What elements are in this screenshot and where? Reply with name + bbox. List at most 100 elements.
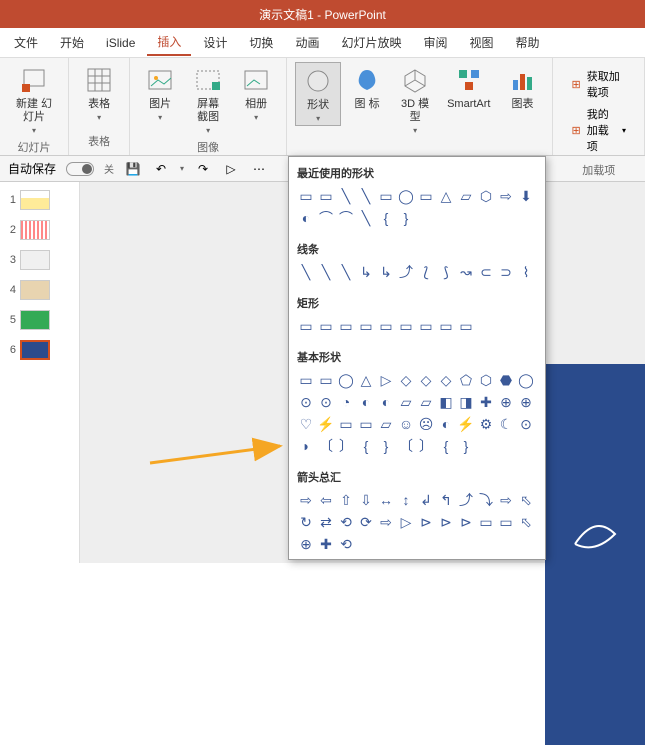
menu-文件[interactable]: 文件 xyxy=(4,30,48,55)
undo-icon[interactable]: ↶ xyxy=(152,160,170,178)
shape-option[interactable]: ▭ xyxy=(357,317,375,335)
shape-option[interactable]: ▭ xyxy=(417,317,435,335)
shape-option[interactable]: ↰ xyxy=(437,491,455,509)
menu-幻灯片放映[interactable]: 幻灯片放映 xyxy=(331,30,411,55)
slide-thumb-4[interactable]: 4 xyxy=(4,280,75,300)
menu-开始[interactable]: 开始 xyxy=(50,30,94,55)
shape-option[interactable]: { xyxy=(377,209,395,227)
shape-option[interactable]: ⬁ xyxy=(517,491,535,509)
icons-button[interactable]: 图 标 xyxy=(345,62,389,113)
shape-option[interactable]: ▭ xyxy=(377,187,395,205)
shape-option[interactable]: ◐ xyxy=(437,415,455,433)
redo-icon[interactable]: ↷ xyxy=(194,160,212,178)
shape-option[interactable]: ⚡ xyxy=(457,415,475,433)
shape-option[interactable]: ⇧ xyxy=(337,491,355,509)
shape-option[interactable]: 〔 xyxy=(397,437,415,455)
shape-option[interactable]: ╲ xyxy=(337,263,355,281)
shape-option[interactable]: ↲ xyxy=(417,491,435,509)
shape-option[interactable]: ▭ xyxy=(477,513,495,531)
shape-option[interactable]: 〔 xyxy=(317,437,335,455)
menu-视图[interactable]: 视图 xyxy=(459,30,503,55)
shape-option[interactable]: ◐ xyxy=(377,393,395,411)
shape-option[interactable]: ⤴ xyxy=(457,491,475,509)
shape-option[interactable]: ↳ xyxy=(357,263,375,281)
shape-option[interactable]: ◇ xyxy=(437,371,455,389)
shape-option[interactable]: ╲ xyxy=(297,263,315,281)
shape-option[interactable]: ◯ xyxy=(517,371,535,389)
shape-option[interactable]: ▱ xyxy=(457,187,475,205)
smartart-button[interactable]: SmartArt xyxy=(441,62,496,113)
shape-option[interactable]: ▭ xyxy=(297,317,315,335)
shape-option[interactable]: ▭ xyxy=(337,317,355,335)
shape-option[interactable]: ◨ xyxy=(457,393,475,411)
shape-option[interactable]: ⟲ xyxy=(337,513,355,531)
3d-button[interactable]: 3D 模型▾ xyxy=(393,62,437,137)
chart-button[interactable]: 图表 xyxy=(500,62,544,113)
shape-option[interactable]: ▭ xyxy=(357,415,375,433)
slide-thumb-5[interactable]: 5 xyxy=(4,310,75,330)
shape-option[interactable]: ✚ xyxy=(317,535,335,553)
shape-option[interactable]: △ xyxy=(437,187,455,205)
slide-thumb-3[interactable]: 3 xyxy=(4,250,75,270)
shape-option[interactable]: ⬡ xyxy=(477,187,495,205)
shape-option[interactable]: ⇩ xyxy=(357,491,375,509)
album-button[interactable]: 相册▾ xyxy=(234,62,278,124)
shape-option[interactable]: ▷ xyxy=(377,371,395,389)
more-icon[interactable]: ⋯ xyxy=(250,160,268,178)
menu-插入[interactable]: 插入 xyxy=(147,29,191,56)
shape-option[interactable]: ◇ xyxy=(397,371,415,389)
shape-option[interactable]: 〕 xyxy=(337,437,355,455)
table-button[interactable]: 表格▾ xyxy=(77,62,121,124)
shape-option[interactable]: ▭ xyxy=(297,371,315,389)
shape-option[interactable]: 〕 xyxy=(417,437,435,455)
shape-option[interactable]: ▭ xyxy=(457,317,475,335)
shape-option[interactable]: ☹ xyxy=(417,415,435,433)
shape-option[interactable]: ⊕ xyxy=(517,393,535,411)
shape-option[interactable]: ▭ xyxy=(417,187,435,205)
shapes-button[interactable]: 形状▾ xyxy=(295,62,341,126)
shape-option[interactable]: ⊙ xyxy=(517,415,535,433)
my-addins[interactable]: ⊞我的加载项 ▾ xyxy=(571,106,626,154)
shape-option[interactable]: ▭ xyxy=(337,415,355,433)
slide-thumb-6[interactable]: 6 xyxy=(4,340,75,360)
shape-option[interactable]: ⬡ xyxy=(477,371,495,389)
slide-thumb-1[interactable]: 1 xyxy=(4,190,75,210)
shape-option[interactable]: ☺ xyxy=(397,415,415,433)
shape-option[interactable]: ⇄ xyxy=(317,513,335,531)
get-addins[interactable]: ⊞获取加载项 xyxy=(571,68,626,100)
menu-iSlide[interactable]: iSlide xyxy=(96,32,145,54)
start-icon[interactable]: ▷ xyxy=(222,160,240,178)
shape-option[interactable]: ↝ xyxy=(457,263,475,281)
shape-option[interactable]: ↳ xyxy=(377,263,395,281)
shape-option[interactable]: ⟳ xyxy=(357,513,375,531)
shape-option[interactable]: ◐ xyxy=(297,209,315,227)
shape-option[interactable]: ⊳ xyxy=(437,513,455,531)
shape-option[interactable]: ⬠ xyxy=(457,371,475,389)
shape-option[interactable]: ☾ xyxy=(497,415,515,433)
shape-option[interactable]: ▭ xyxy=(317,317,335,335)
shape-option[interactable]: ╲ xyxy=(337,187,355,205)
shape-option[interactable]: ✚ xyxy=(477,393,495,411)
shape-option[interactable]: ▷ xyxy=(397,513,415,531)
shape-option[interactable]: ⊕ xyxy=(297,535,315,553)
shape-option[interactable]: ⌒ xyxy=(317,209,335,227)
shape-option[interactable]: ⌇ xyxy=(517,263,535,281)
shape-option[interactable]: ⬣ xyxy=(497,371,515,389)
shape-option[interactable]: ⊳ xyxy=(457,513,475,531)
shapes-dropdown-menu[interactable]: 最近使用的形状▭▭╲╲▭◯▭△▱⬡⇨⬇◐⌒⌒╲{}线条╲╲╲↳↳⤴⟅⟆↝⊂⊃⌇矩… xyxy=(288,156,546,560)
shape-option[interactable]: ⊃ xyxy=(497,263,515,281)
shape-option[interactable]: ▭ xyxy=(377,317,395,335)
shape-option[interactable]: ╲ xyxy=(317,263,335,281)
shape-option[interactable]: ⇦ xyxy=(317,491,335,509)
shape-option[interactable]: } xyxy=(457,437,475,455)
shape-option[interactable]: ▭ xyxy=(497,513,515,531)
shape-option[interactable]: ⊳ xyxy=(417,513,435,531)
menu-设计[interactable]: 设计 xyxy=(193,30,237,55)
shape-option[interactable]: ▱ xyxy=(377,415,395,433)
shape-option[interactable]: } xyxy=(397,209,415,227)
shape-option[interactable]: ⇨ xyxy=(377,513,395,531)
menu-审阅[interactable]: 审阅 xyxy=(413,30,457,55)
undo-drop[interactable]: ▾ xyxy=(180,164,184,173)
shape-option[interactable]: ⚡ xyxy=(317,415,335,433)
screenshot-button[interactable]: 屏幕截图▾ xyxy=(186,62,230,137)
